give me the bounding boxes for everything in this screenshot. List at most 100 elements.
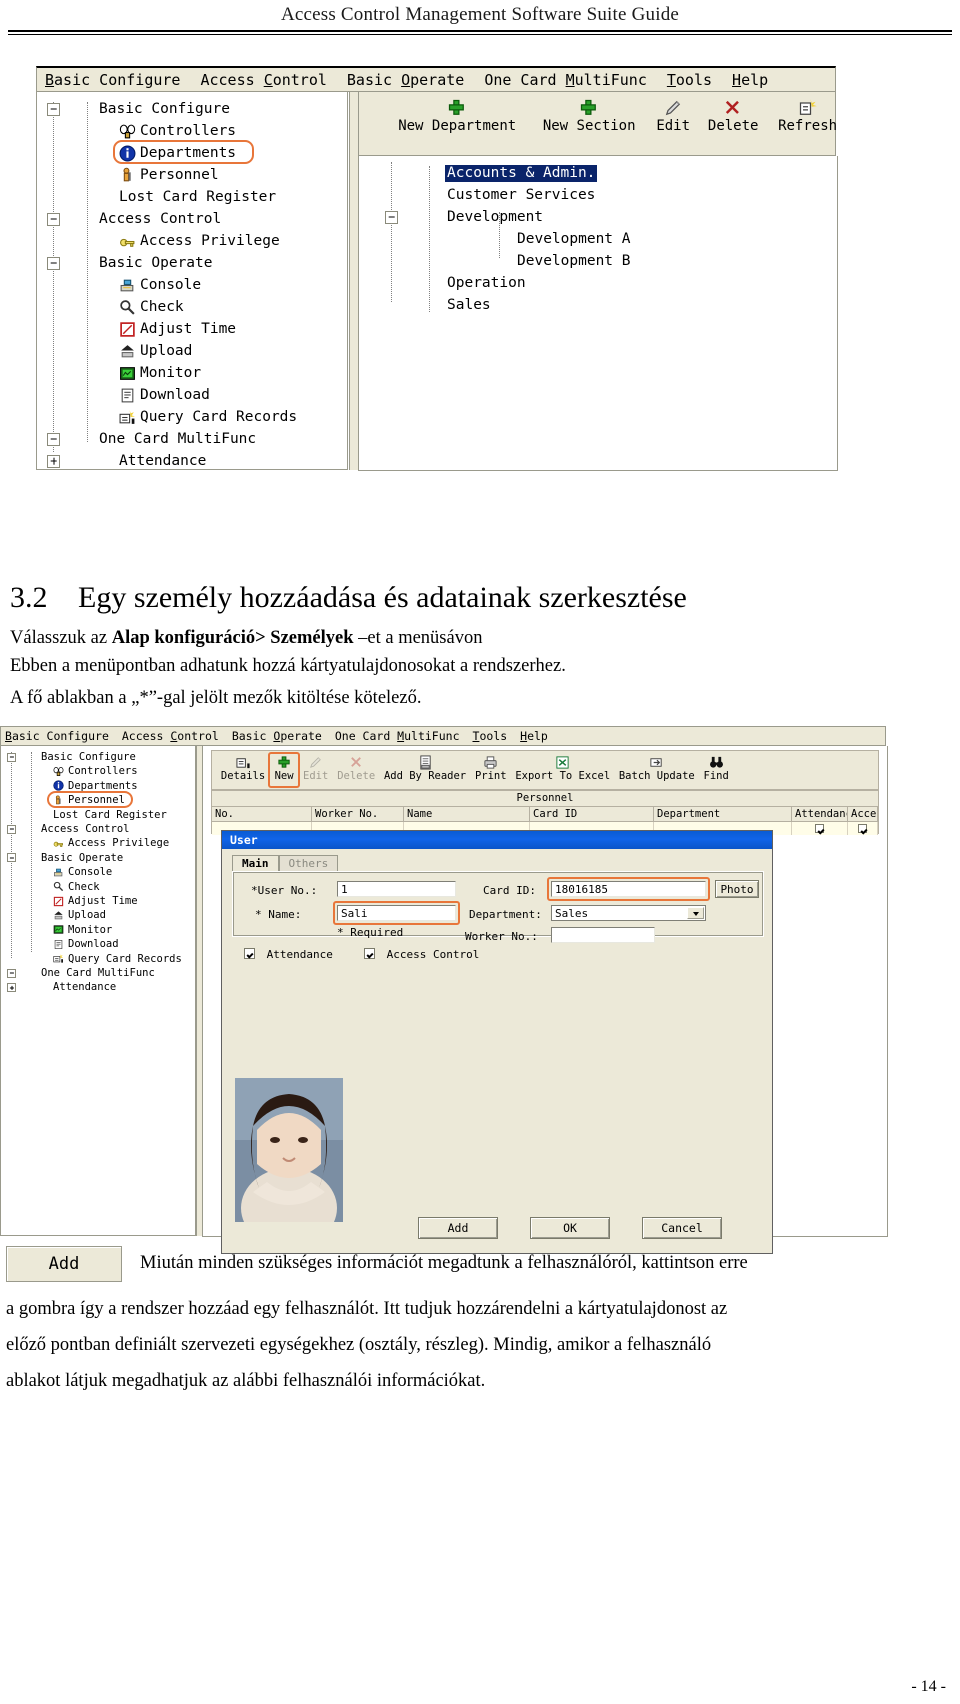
batch-update-button[interactable]: Batch Update: [616, 755, 698, 784]
key-icon: [119, 233, 136, 250]
tree-expander[interactable]: [7, 824, 16, 834]
new-section-button[interactable]: New Section: [533, 98, 645, 135]
tree-expander[interactable]: [47, 102, 60, 116]
tab-main[interactable]: Main: [232, 855, 279, 872]
menu-basic-operate[interactable]: Basic Operate: [347, 71, 464, 89]
access-control-checkbox-box[interactable]: [364, 948, 375, 959]
tree-expander[interactable]: [47, 212, 60, 226]
tree-expander[interactable]: [47, 454, 60, 468]
refresh-button[interactable]: Refresh: [771, 98, 844, 135]
query-card-records-icon: [53, 953, 64, 964]
photo-button[interactable]: Photo: [715, 880, 759, 898]
toolbar-button-label: New Department: [398, 118, 517, 134]
menu-help-2[interactable]: Help: [520, 729, 548, 743]
navigation-tree-bottom[interactable]: Basic Configure Controllers Departments Per…: [0, 746, 196, 1236]
page-number: - 14 -: [911, 1678, 946, 1695]
row-checkbox[interactable]: [858, 824, 867, 833]
personnel-grid[interactable]: Personnel No. Worker No. Name Card ID Depart…: [211, 790, 879, 835]
menu-one-card-multifunc-2[interactable]: One Card MultiFunc: [335, 729, 460, 743]
department-tree-pane[interactable]: Accounts & Admin. Customer Services Develo…: [358, 156, 838, 471]
sidebar-item-label: Basic Configure: [99, 101, 230, 117]
new-button[interactable]: New: [271, 755, 297, 784]
user-no-value: 1: [341, 883, 348, 896]
tree-expander[interactable]: [7, 968, 16, 978]
tree-expander[interactable]: [385, 210, 398, 224]
batch-update-icon: [616, 755, 698, 770]
toolbar-button-label: Refresh: [778, 118, 838, 134]
edit-button: Edit: [300, 755, 331, 784]
attendance-checkbox[interactable]: Attendance: [244, 948, 333, 961]
navigation-tree-top[interactable]: Basic Configure Controllers Departments Per…: [36, 92, 348, 470]
sidebar-item-label: Access Control: [41, 823, 130, 835]
menu-basic-configure-2[interactable]: Basic Configure: [5, 729, 109, 743]
tab-others[interactable]: Others: [278, 855, 339, 872]
card-id-input[interactable]: 18016185: [551, 881, 706, 897]
grid-column-header[interactable]: No.: [212, 807, 312, 821]
menu-tools[interactable]: Tools: [667, 71, 712, 89]
grid-column-header[interactable]: Worker No.: [312, 807, 404, 821]
grid-column-header[interactable]: Card ID: [530, 807, 654, 821]
toolbar-button-label: Delete: [707, 118, 759, 134]
tree-expander[interactable]: [47, 432, 60, 446]
add-by-reader-button[interactable]: Add By Reader: [381, 755, 469, 784]
cancel-button[interactable]: Cancel: [642, 1217, 722, 1239]
menu-access-control[interactable]: Access Control: [200, 71, 326, 89]
toolbar-top[interactable]: New Department New Section Edit Delete Refre…: [358, 92, 837, 156]
sidebar-item-label: Access Control: [99, 211, 222, 227]
red-x-icon: [334, 755, 378, 770]
menu-basic-operate-2[interactable]: Basic Operate: [232, 729, 322, 743]
export-to-excel-button[interactable]: Export To Excel: [513, 755, 614, 784]
department-value: Sales: [555, 907, 589, 920]
grid-column-header[interactable]: Department: [654, 807, 792, 821]
header-rule-thin: [8, 34, 952, 35]
access-control-checkbox[interactable]: Access Control: [364, 948, 479, 961]
menu-bar-top[interactable]: BBasic Configureasic Configure Access Co…: [36, 66, 836, 92]
attendance-checkbox-box[interactable]: [244, 948, 255, 959]
user-no-input[interactable]: 1: [337, 881, 456, 897]
row-checkbox[interactable]: [815, 824, 824, 833]
tree-expander[interactable]: [7, 853, 16, 863]
toolbar-button-label: New: [274, 770, 294, 782]
green-plus-icon: [533, 98, 645, 118]
tree-expander[interactable]: [7, 983, 16, 993]
menu-help[interactable]: Help: [732, 71, 768, 89]
grid-cell[interactable]: [792, 822, 848, 835]
intro-line-2: Ebben a menüpontban adhatunk hozzá kárty…: [10, 656, 566, 676]
add-button[interactable]: Add: [418, 1217, 498, 1239]
menu-access-control-2[interactable]: Access Control: [122, 729, 219, 743]
tree-expander[interactable]: [7, 752, 16, 762]
sidebar-item-label: Departments: [68, 779, 138, 792]
print-button[interactable]: Print: [472, 755, 510, 784]
sidebar-item-label: Lost Card Register: [53, 808, 167, 821]
grid-column-header[interactable]: Attendance: [792, 807, 848, 821]
delete-button[interactable]: Delete: [701, 98, 765, 135]
tree-connector: [499, 212, 500, 258]
menu-bar-bottom[interactable]: Basic Configure Access Control Basic Ope…: [0, 726, 886, 746]
details-button[interactable]: Details: [218, 755, 268, 784]
query-card-records-icon: [119, 409, 136, 426]
worker-no-input[interactable]: [551, 927, 655, 943]
add-button-caption[interactable]: Add: [6, 1246, 122, 1282]
name-input[interactable]: Sali: [337, 905, 456, 921]
user-dialog-titlebar[interactable]: User: [222, 831, 772, 849]
new-department-button[interactable]: New Department: [387, 98, 527, 135]
intro-line-1-pre: Válasszuk az: [10, 628, 112, 648]
grid-column-header[interactable]: Access Control: [848, 807, 878, 821]
sidebar-item-label: Access Privilege: [140, 233, 280, 249]
find-button[interactable]: Find: [701, 755, 732, 784]
sidebar-item-label: Check: [140, 299, 184, 315]
grid-cell[interactable]: [848, 822, 878, 835]
tree-expander[interactable]: [47, 256, 60, 270]
chevron-down-icon[interactable]: [687, 907, 704, 919]
menu-tools-2[interactable]: Tools: [473, 729, 508, 743]
toolbar-button-label: Details: [220, 770, 266, 782]
user-dialog-tabs[interactable]: Main Others: [232, 855, 347, 872]
department-select[interactable]: Sales: [551, 905, 706, 921]
menu-basic-configure[interactable]: BBasic Configureasic Configure: [45, 71, 180, 89]
details-icon: [218, 755, 268, 770]
edit-button[interactable]: Edit: [651, 98, 695, 135]
ok-button[interactable]: OK: [530, 1217, 610, 1239]
toolbar-bottom[interactable]: Details New Edit Delete Add By Reader Print Ex…: [211, 750, 879, 790]
menu-one-card-multifunc[interactable]: One Card MultiFunc: [484, 71, 647, 89]
grid-column-header[interactable]: Name: [404, 807, 530, 821]
